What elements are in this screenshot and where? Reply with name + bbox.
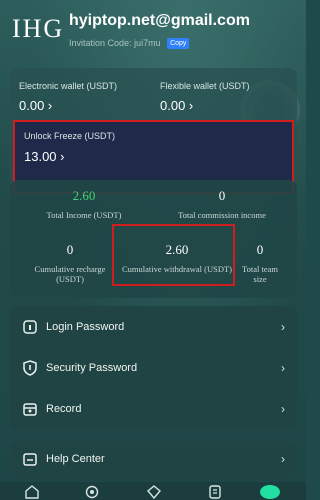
unlock-freeze-label: Unlock Freeze (USDT) [24,131,116,141]
invitation-code-row: Invitation Code: jui7mu Copy [69,38,190,50]
bottom-nav [0,482,306,500]
team-size-label: Total team size [242,264,278,284]
team-size-stat: 0 Total team size [235,242,285,284]
invitation-code: jui7mu [134,38,161,48]
chevron-right-icon: › [281,401,285,416]
shield-icon [23,359,37,376]
record-icon [23,402,37,416]
flexible-wallet-label: Flexible wallet (USDT) [160,81,250,91]
invitation-label: Invitation Code: [69,38,132,48]
menu-item-security-password[interactable]: Security Password › [10,347,297,388]
chevron-right-icon: › [281,360,285,375]
unlock-freeze-value: 13.00 › [24,149,65,164]
chevron-right-icon: › [281,319,285,334]
lock-icon [23,319,37,334]
broadcast-icon[interactable] [84,485,100,499]
diamond-icon[interactable] [146,485,162,499]
security-password-label: Security Password [46,361,138,374]
total-commission-stat: 0 Total commission income [158,188,286,220]
chevron-right-icon: › [44,98,53,113]
chevron-right-icon: › [56,149,65,164]
total-commission-value: 0 [218,188,226,203]
cumulative-recharge-stat: 0 Cumulative recharge (USDT) [20,242,120,284]
cumulative-recharge-label: Cumulative recharge (USDT) [34,264,106,284]
wallet-card: Electronic wallet (USDT) 0.00 › Flexible… [10,68,297,198]
cumulative-recharge-value: 0 [66,242,74,257]
total-income-value: 2.60 [72,188,96,203]
withdrawal-highlight-box [112,224,235,286]
wallet-balances: Electronic wallet (USDT) 0.00 › Flexible… [10,68,297,120]
chevron-right-icon: › [281,452,285,466]
login-password-label: Login Password [46,320,125,333]
electronic-wallet-value[interactable]: 0.00 › [19,98,52,113]
chevron-right-icon: › [185,98,194,113]
menu-item-login-password[interactable]: Login Password › [10,306,297,347]
help-center-label: Help Center [46,453,105,465]
record-label: Record [46,402,82,415]
help-center-icon [23,453,37,466]
copy-button[interactable]: Copy [167,38,190,50]
home-icon[interactable] [24,485,40,499]
app-logo: IHG [12,14,65,43]
menu-item-record[interactable]: Record › [10,388,297,429]
header: IHG hyiptop.net@gmail.com Invitation Cod… [0,0,306,60]
menu-item-help-center[interactable]: Help Center › [10,441,297,479]
user-email: hyiptop.net@gmail.com [69,12,250,29]
settings-menu: Login Password › Security Password › Rec… [10,306,297,430]
flexible-wallet-value[interactable]: 0.00 › [160,98,193,113]
profile-tab-active-icon[interactable] [260,485,280,499]
electronic-wallet-label: Electronic wallet (USDT) [19,81,118,91]
total-income-stat: 2.60 Total Income (USDT) [20,188,148,220]
total-commission-label: Total commission income [178,210,266,220]
total-income-label: Total Income (USDT) [46,210,122,220]
document-icon[interactable] [207,485,223,499]
team-size-value: 0 [256,242,264,257]
